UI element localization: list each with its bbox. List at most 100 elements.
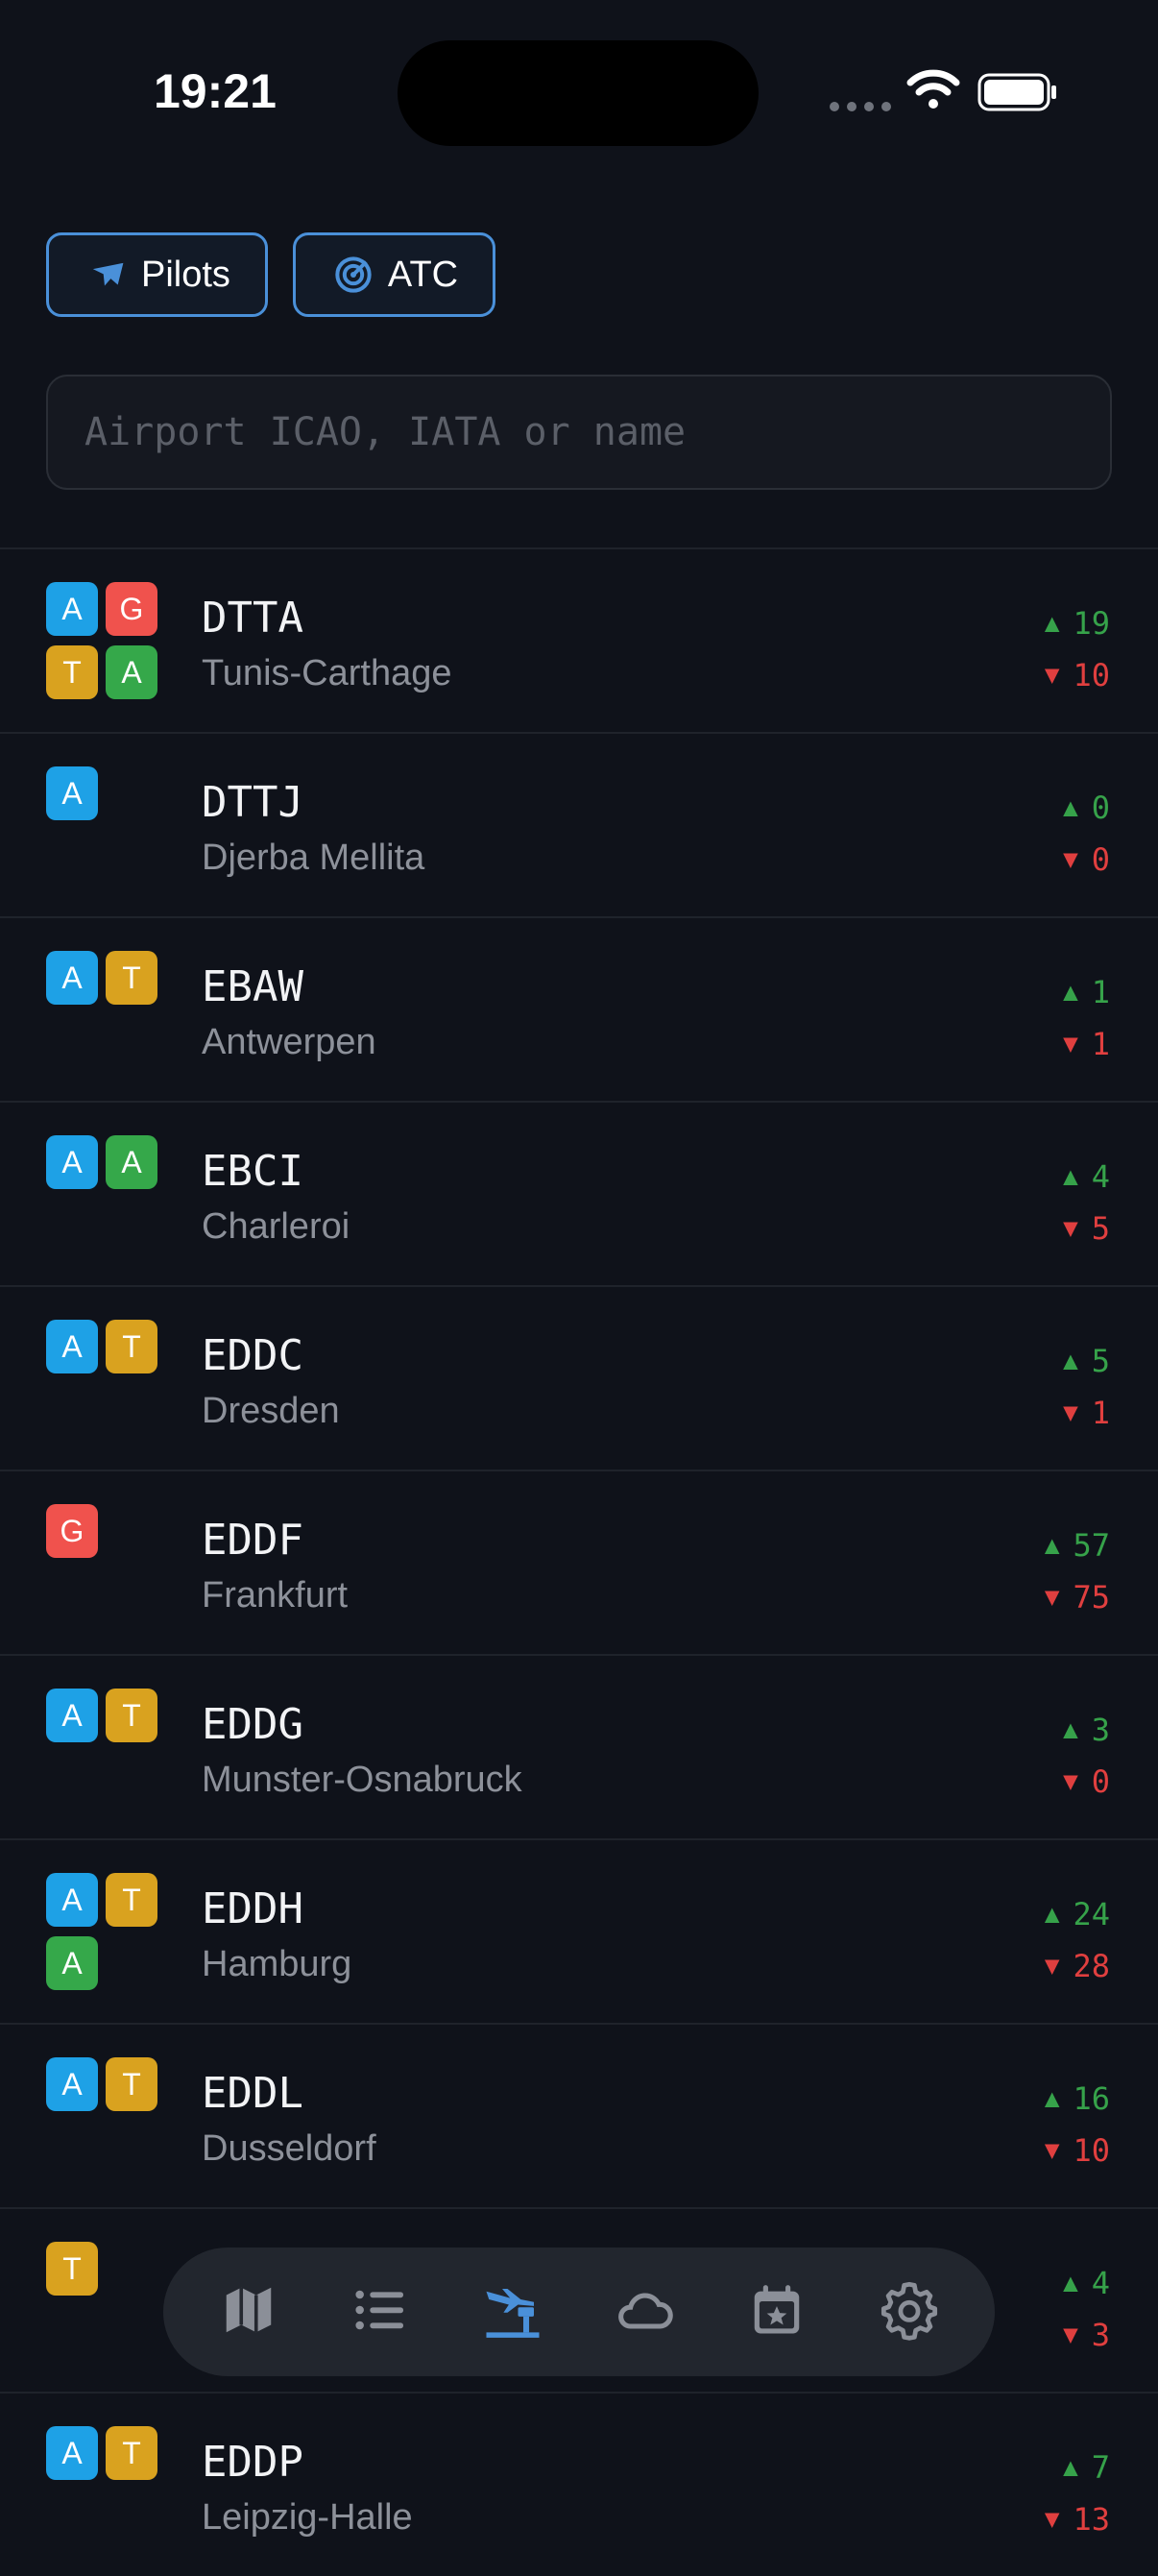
departures-arrow-icon: ▲ — [1063, 978, 1078, 1007]
map-icon — [219, 2280, 278, 2345]
pilots-filter-button[interactable]: Pilots — [46, 232, 268, 317]
atc-badge: A — [46, 2057, 98, 2111]
departures-arrow-icon: ▲ — [1044, 1531, 1060, 1560]
tab-settings-gear[interactable] — [861, 2264, 957, 2360]
traffic-counts: ▲ 1 ▼ 1 — [1063, 966, 1110, 1070]
traffic-counts: ▲ 0 ▼ 0 — [1063, 782, 1110, 886]
departures-arrow-icon: ▲ — [1044, 1900, 1060, 1929]
airport-code: EDDH — [202, 1884, 303, 1933]
atc-badge: G — [106, 582, 157, 636]
departures-value: 4 — [1091, 2265, 1110, 2301]
atc-badge: A — [46, 1689, 98, 1742]
departures-count: ▲ 0 — [1063, 782, 1110, 834]
airport-name: Frankfurt — [202, 1575, 349, 1616]
airport-search-input[interactable] — [46, 375, 1112, 490]
arrivals-count: ▼ 0 — [1063, 1756, 1110, 1808]
departures-count: ▲ 1 — [1063, 966, 1110, 1018]
airport-code: EDDL — [202, 2069, 303, 2118]
arrivals-value: 0 — [1091, 1763, 1110, 1800]
atc-badge: A — [46, 1135, 98, 1189]
arrivals-value: 1 — [1091, 1026, 1110, 1062]
airport-name: Munster-Osnabruck — [202, 1760, 522, 1800]
atc-badge: G — [46, 1504, 98, 1558]
atc-badge: A — [46, 582, 98, 636]
atc-badge: T — [106, 2426, 157, 2480]
arrivals-count: ▼ 5 — [1063, 1203, 1110, 1254]
traffic-counts: ▲ 4 ▼ 5 — [1063, 1151, 1110, 1254]
atc-badges: ATA — [46, 1873, 159, 1990]
atc-badges: AT — [46, 2057, 159, 2111]
arrivals-count: ▼ 28 — [1045, 1940, 1110, 1992]
airport-row[interactable]: A T EDDL Dusseldorf ▲ 16 ▼ 10 — [0, 2023, 1158, 2207]
airport-row[interactable]: A T EDDP Leipzig-Halle ▲ 7 ▼ 13 — [0, 2392, 1158, 2576]
tab-airport[interactable] — [465, 2264, 561, 2360]
departures-value: 19 — [1073, 605, 1110, 642]
atc-badges: T — [46, 2242, 159, 2296]
settings-gear-icon — [879, 2279, 940, 2345]
departures-arrow-icon: ▲ — [1063, 1715, 1078, 1744]
tab-list[interactable] — [332, 2264, 428, 2360]
departures-value: 57 — [1073, 1527, 1110, 1564]
arrivals-arrow-icon: ▼ — [1063, 1398, 1078, 1427]
airport-row[interactable]: G EDDF Frankfurt ▲ 57 ▼ 75 — [0, 1470, 1158, 1654]
departures-count: ▲ 19 — [1045, 597, 1110, 649]
tab-events-calendar[interactable] — [729, 2264, 825, 2360]
airport-code: EDDG — [202, 1700, 303, 1749]
airport-name: Djerba Mellita — [202, 838, 425, 878]
airport-row[interactable]: A T EDDC Dresden ▲ 5 ▼ 1 — [0, 1285, 1158, 1470]
airport-row[interactable]: A A EBCI Charleroi ▲ 4 ▼ 5 — [0, 1101, 1158, 1285]
departures-count: ▲ 16 — [1045, 2073, 1110, 2125]
atc-filter-button[interactable]: ATC — [292, 232, 496, 317]
traffic-counts: ▲ 57 ▼ 75 — [1045, 1519, 1110, 1623]
departures-count: ▲ 57 — [1045, 1519, 1110, 1571]
arrivals-count: ▼ 0 — [1063, 834, 1110, 886]
weather-icon — [613, 2277, 678, 2347]
status-bar: 19:21 — [0, 0, 1158, 182]
arrivals-arrow-icon: ▼ — [1063, 845, 1078, 874]
atc-badges: G — [46, 1504, 159, 1558]
departures-value: 16 — [1073, 2080, 1110, 2117]
departures-value: 4 — [1091, 1158, 1110, 1195]
atc-badges: AT — [46, 1320, 159, 1373]
departures-arrow-icon: ▲ — [1063, 2269, 1078, 2297]
arrivals-value: 5 — [1091, 1210, 1110, 1247]
arrivals-count: ▼ 75 — [1045, 1571, 1110, 1623]
departures-value: 1 — [1091, 974, 1110, 1010]
tab-map[interactable] — [201, 2264, 297, 2360]
tab-weather[interactable] — [597, 2264, 693, 2360]
departures-count: ▲ 5 — [1063, 1335, 1110, 1387]
atc-badges: AT — [46, 2426, 159, 2480]
airport-row[interactable]: A DTTJ Djerba Mellita ▲ 0 ▼ 0 — [0, 732, 1158, 916]
departures-arrow-icon: ▲ — [1063, 1347, 1078, 1375]
airplane-icon — [92, 262, 124, 286]
departures-count: ▲ 4 — [1063, 1151, 1110, 1203]
atc-badge: T — [106, 951, 157, 1005]
traffic-counts: ▲ 5 ▼ 1 — [1063, 1335, 1110, 1439]
arrivals-arrow-icon: ▼ — [1044, 1952, 1060, 1981]
departures-value: 7 — [1091, 2449, 1110, 2486]
arrivals-count: ▼ 1 — [1063, 1387, 1110, 1439]
atc-badge: A — [46, 1936, 98, 1990]
arrivals-arrow-icon: ▼ — [1044, 2505, 1060, 2534]
arrivals-arrow-icon: ▼ — [1063, 1214, 1078, 1243]
arrivals-value: 10 — [1073, 2132, 1110, 2169]
airport-row[interactable]: A T EBAW Antwerpen ▲ 1 ▼ 1 — [0, 916, 1158, 1101]
airport-code: EDDC — [202, 1331, 303, 1380]
atc-badge: A — [106, 645, 157, 699]
arrivals-value: 10 — [1073, 657, 1110, 693]
airport-code: DTTA — [202, 594, 303, 643]
traffic-counts: ▲ 4 ▼ 3 — [1063, 2257, 1110, 2361]
arrivals-arrow-icon: ▼ — [1063, 1030, 1078, 1058]
airport-row[interactable]: A T A EDDH Hamburg ▲ 24 ▼ 28 — [0, 1838, 1158, 2023]
list-icon — [350, 2279, 411, 2345]
atc-badge: A — [46, 2426, 98, 2480]
departures-arrow-icon: ▲ — [1063, 793, 1078, 822]
wifi-icon — [906, 69, 960, 109]
departures-value: 3 — [1091, 1712, 1110, 1748]
airport-row[interactable]: A G T A DTTA Tunis-Carthage ▲ 19 ▼ 10 — [0, 547, 1158, 732]
arrivals-arrow-icon: ▼ — [1044, 2136, 1060, 2165]
atc-badge: T — [106, 2057, 157, 2111]
cellular-signal-icon — [830, 102, 891, 111]
airport-row[interactable]: A T EDDG Munster-Osnabruck ▲ 3 ▼ 0 — [0, 1654, 1158, 1838]
radar-icon — [335, 256, 372, 293]
